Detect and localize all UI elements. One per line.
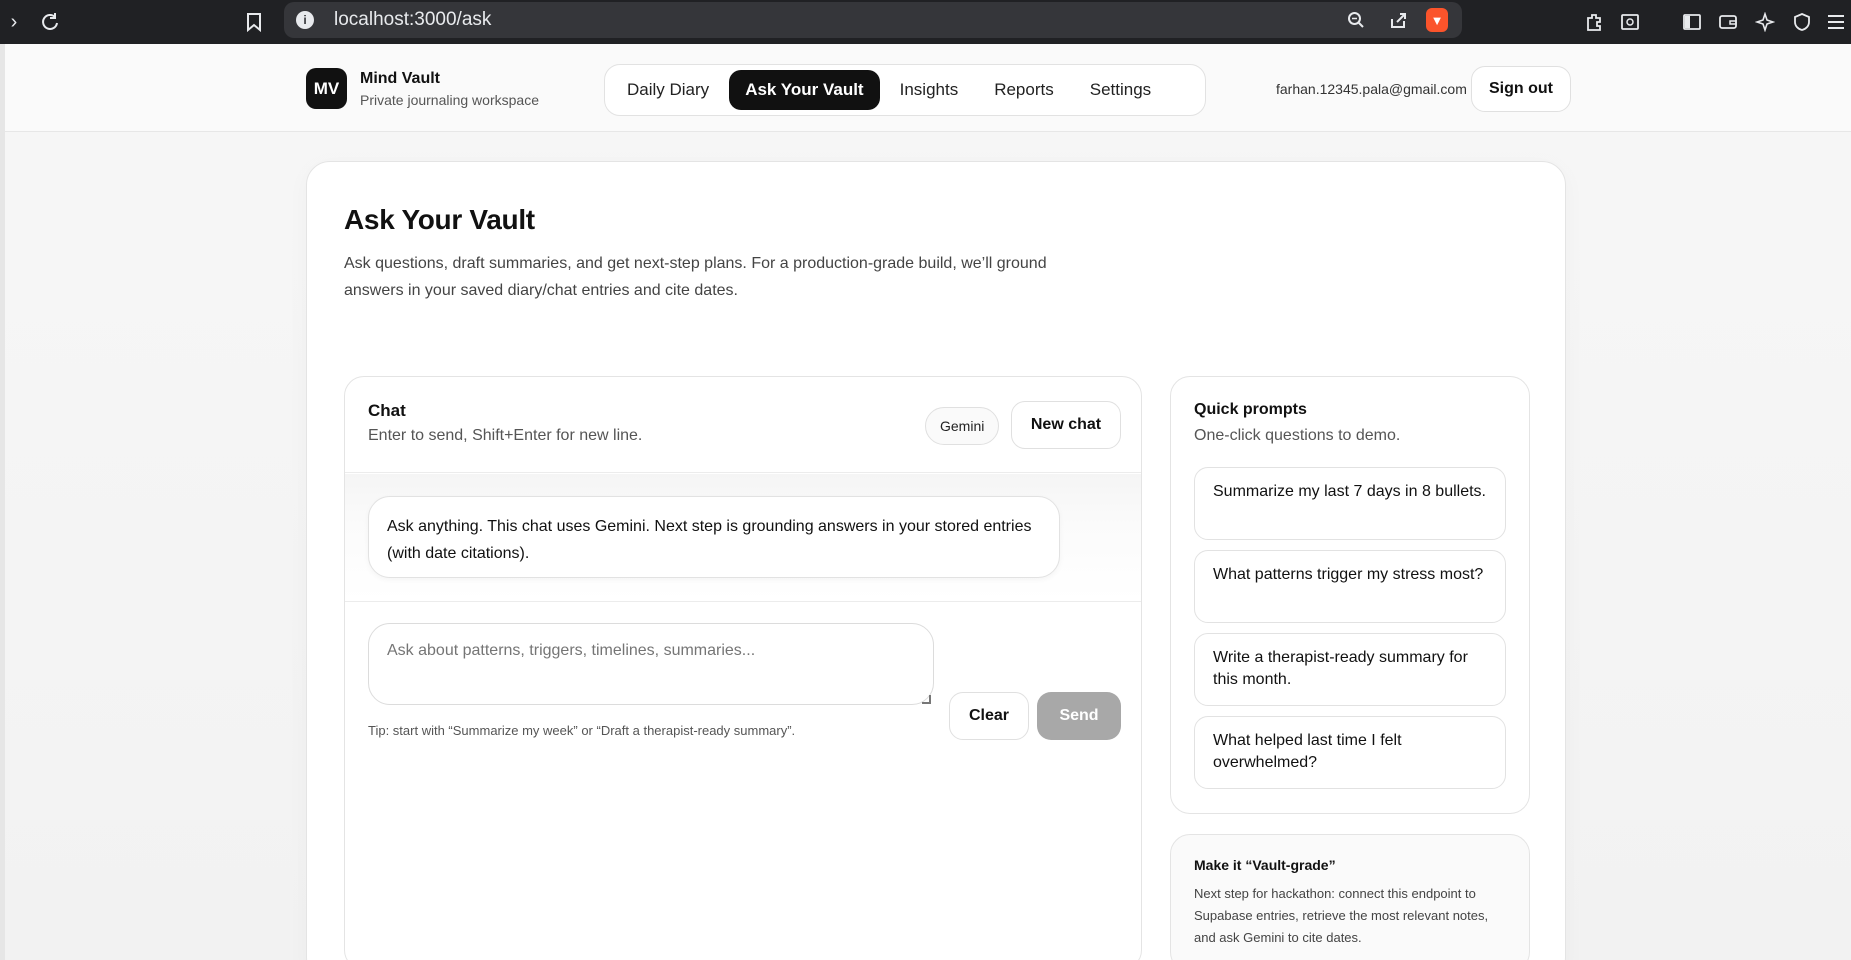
chat-input[interactable] — [368, 623, 934, 705]
clear-button[interactable]: Clear — [949, 692, 1029, 740]
chat-tip: Tip: start with “Summarize my week” or “… — [368, 723, 796, 738]
quick-prompt-2[interactable]: What patterns trigger my stress most? — [1194, 550, 1506, 623]
menu-icon[interactable] — [1822, 8, 1850, 36]
message-list: Ask anything. This chat uses Gemini. Nex… — [345, 474, 1141, 602]
chat-panel: Chat Enter to send, Shift+Enter for new … — [344, 376, 1142, 960]
resize-handle-icon[interactable] — [922, 695, 931, 704]
chat-header: Chat Enter to send, Shift+Enter for new … — [345, 377, 1141, 473]
quick-prompt-1[interactable]: Summarize my last 7 days in 8 bullets. — [1194, 467, 1506, 540]
app-name: Mind Vault — [360, 70, 440, 87]
sign-out-button[interactable]: Sign out — [1471, 66, 1571, 112]
vpn-icon[interactable] — [1788, 8, 1816, 36]
zoom-icon[interactable] — [1342, 6, 1370, 34]
forward-icon[interactable]: › — [0, 8, 28, 36]
chat-subtitle: Enter to send, Shift+Enter for new line. — [368, 427, 643, 444]
user-email: farhan.12345.pala@gmail.com — [1276, 81, 1467, 97]
page-title: Ask Your Vault — [344, 204, 535, 235]
brave-shield-icon[interactable]: ▼ — [1426, 8, 1448, 32]
address-bar[interactable]: i localhost:3000/ask ▼ — [284, 2, 1462, 38]
site-info-icon[interactable]: i — [296, 11, 314, 29]
chat-title: Chat — [368, 401, 406, 420]
share-icon[interactable] — [1384, 6, 1412, 34]
assistant-message: Ask anything. This chat uses Gemini. Nex… — [368, 496, 1060, 578]
ask-vault-card: Ask Your Vault Ask questions, draft summ… — [306, 161, 1566, 960]
send-button[interactable]: Send — [1037, 692, 1121, 740]
browser-toolbar: › i localhost:3000/ask ▼ — [0, 0, 1851, 44]
page-description: Ask questions, draft summaries, and get … — [344, 255, 1047, 299]
extensions-icon[interactable] — [1580, 8, 1608, 36]
quick-prompts-title: Quick prompts — [1194, 401, 1307, 418]
quick-prompt-3[interactable]: Write a therapist-ready summary for this… — [1194, 633, 1506, 706]
reload-icon[interactable] — [36, 8, 64, 36]
app-logo[interactable]: MV — [306, 68, 347, 109]
page: MV Mind Vault Private journaling workspa… — [5, 44, 1851, 960]
nav-daily-diary[interactable]: Daily Diary — [611, 70, 725, 110]
leo-ai-icon[interactable] — [1751, 8, 1779, 36]
sidebar-icon[interactable] — [1678, 8, 1706, 36]
app-header: MV Mind Vault Private journaling workspa… — [5, 44, 1851, 132]
main-nav: Daily Diary Ask Your Vault Insights Repo… — [604, 64, 1206, 116]
quick-prompt-4[interactable]: What helped last time I felt overwhelmed… — [1194, 716, 1506, 789]
wallet-icon[interactable] — [1714, 8, 1742, 36]
nav-settings[interactable]: Settings — [1074, 70, 1167, 110]
reader-icon[interactable] — [1616, 8, 1644, 36]
nav-ask-your-vault[interactable]: Ask Your Vault — [729, 70, 880, 110]
vault-grade-title: Make it “Vault-grade” — [1194, 857, 1336, 873]
quick-prompts-subtitle: One-click questions to demo. — [1194, 427, 1401, 444]
vault-grade-body: Next step for hackathon: connect this en… — [1194, 886, 1489, 945]
bookmark-icon[interactable] — [240, 8, 268, 36]
model-badge: Gemini — [925, 407, 1000, 445]
nav-insights[interactable]: Insights — [884, 70, 975, 110]
quick-prompts-panel: Quick prompts One-click questions to dem… — [1170, 376, 1530, 814]
url-text[interactable]: localhost:3000/ask — [334, 9, 491, 31]
nav-reports[interactable]: Reports — [978, 70, 1070, 110]
app-tagline: Private journaling workspace — [360, 92, 539, 108]
new-chat-button[interactable]: New chat — [1011, 401, 1121, 449]
vault-grade-note: Make it “Vault-grade” Next step for hack… — [1170, 834, 1530, 960]
